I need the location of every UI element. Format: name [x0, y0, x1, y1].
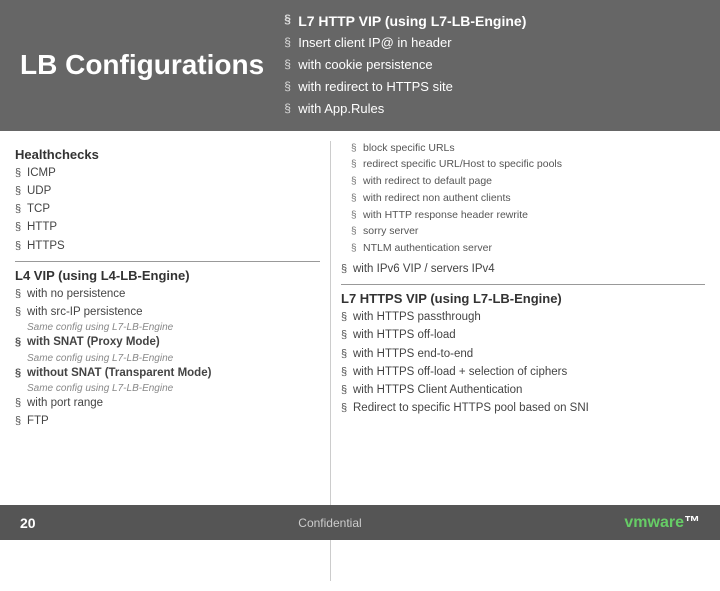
header-right-item-2: with cookie persistence: [284, 55, 700, 76]
https-4: with HTTPS off-load + selection of ciphe…: [341, 364, 705, 381]
sub-3: with redirect to default page: [341, 174, 705, 190]
vmware-logo: vmware™: [624, 514, 700, 532]
header-right-item-1: Insert client IP@ in header: [284, 33, 700, 54]
https-3: with HTTPS end-to-end: [341, 346, 705, 363]
header-right-item-3: with redirect to HTTPS site: [284, 77, 700, 98]
l4-no-persistence: with no persistence: [15, 286, 320, 303]
hc-icmp: ICMP: [15, 165, 320, 182]
header-title: LB Configurations: [20, 49, 264, 81]
header: LB Configurations L7 HTTP VIP (using L7-…: [0, 0, 720, 131]
l4vip-title: L4 VIP (using L4-LB-Engine): [15, 268, 320, 283]
note-1: Same config using L7-LB-Engine: [15, 322, 320, 333]
sub-1: block specific URLs: [341, 141, 705, 157]
footer: 20 Confidential vmware™: [0, 505, 720, 540]
l4-ftp: FTP: [15, 413, 320, 430]
hc-https: HTTPS: [15, 238, 320, 255]
sub-7: NTLM authentication server: [341, 241, 705, 257]
confidential-label: Confidential: [298, 516, 361, 530]
l4-snat: with SNAT (Proxy Mode): [15, 334, 320, 351]
header-right: L7 HTTP VIP (using L7-LB-Engine) Insert …: [264, 10, 700, 121]
note-2: Same config using L7-LB-Engine: [15, 353, 320, 364]
https-1: with HTTPS passthrough: [341, 309, 705, 326]
l4-port-range: with port range: [15, 395, 320, 412]
l7https-title: L7 HTTPS VIP (using L7-LB-Engine): [341, 291, 705, 306]
header-right-item-4: with App.Rules: [284, 99, 700, 120]
https-5: with HTTPS Client Authentication: [341, 382, 705, 399]
ware-text: ware: [648, 514, 684, 531]
divider-1: [15, 261, 320, 262]
vm-text: vm: [624, 514, 647, 531]
sub-2: redirect specific URL/Host to specific p…: [341, 157, 705, 173]
footer-logo: vmware™: [624, 514, 700, 532]
hc-tcp: TCP: [15, 201, 320, 218]
sub-6: sorry server: [341, 224, 705, 240]
healthchecks-title: Healthchecks: [15, 147, 320, 162]
sub-5: with HTTP response header rewrite: [341, 208, 705, 224]
hc-http: HTTP: [15, 219, 320, 236]
ipv6-item: with IPv6 VIP / servers IPv4: [341, 261, 705, 278]
header-right-title: L7 HTTP VIP (using L7-LB-Engine): [284, 10, 700, 32]
l4-no-snat: without SNAT (Transparent Mode): [15, 365, 320, 382]
divider-2: [341, 284, 705, 285]
https-6: Redirect to specific HTTPS pool based on…: [341, 400, 705, 417]
sub-4: with redirect non authent clients: [341, 191, 705, 207]
l4-src-ip: with src-IP persistence: [15, 304, 320, 321]
hc-udp: UDP: [15, 183, 320, 200]
page-number: 20: [20, 515, 36, 531]
note-3: Same config using L7-LB-Engine: [15, 383, 320, 394]
https-2: with HTTPS off-load: [341, 327, 705, 344]
